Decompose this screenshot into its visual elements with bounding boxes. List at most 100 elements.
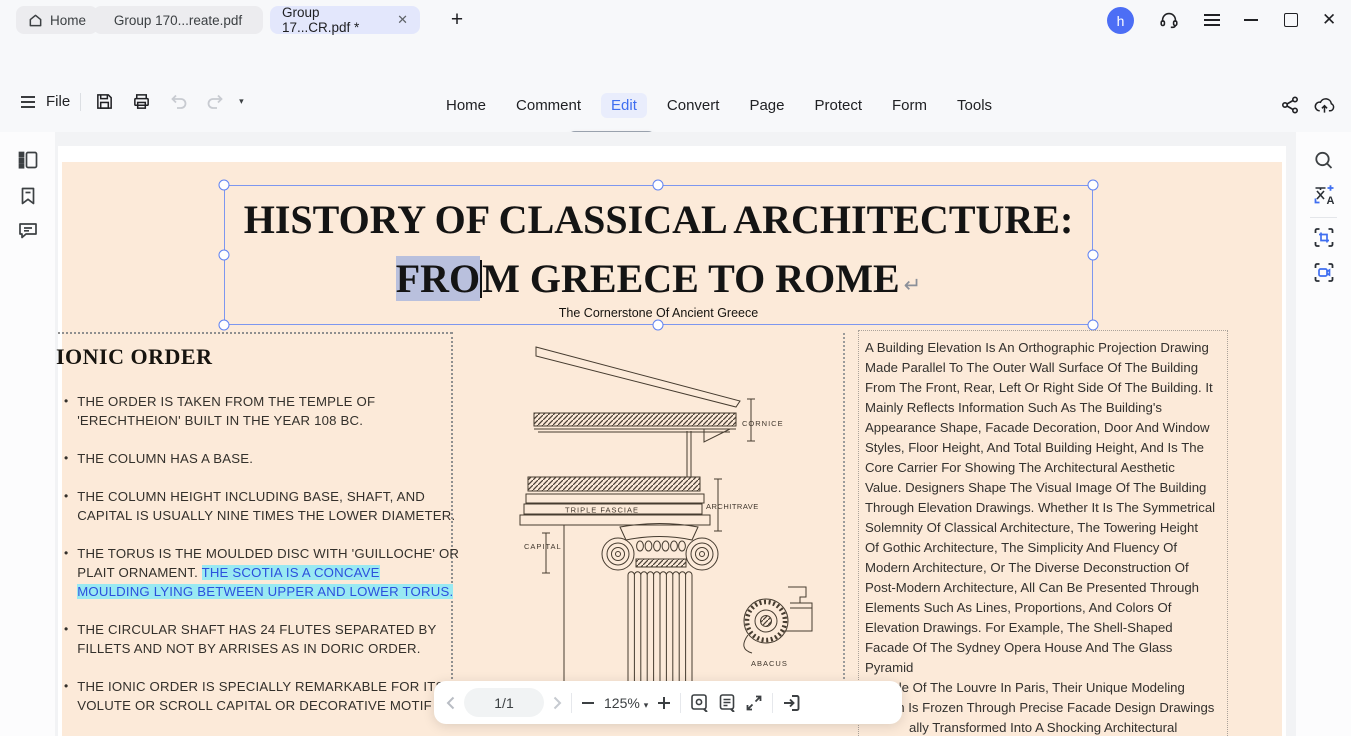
new-tab-button[interactable]: + bbox=[444, 7, 470, 33]
thumbnails-panel-icon[interactable] bbox=[18, 150, 38, 170]
resize-handle-s[interactable] bbox=[653, 320, 664, 331]
label-capital: CAPITAL bbox=[524, 542, 562, 551]
crop-capture-icon[interactable] bbox=[1313, 227, 1334, 248]
resize-handle-se[interactable] bbox=[1088, 320, 1099, 331]
elevation-text-line: Mainly Reflects Information Such As The … bbox=[865, 398, 1221, 418]
elevation-text-line: Appearance Shape, Facade Decoration, Doo… bbox=[865, 418, 1221, 438]
elevation-text-line: Styles, Floor Height, And Total Building… bbox=[865, 438, 1221, 458]
elevation-text-line: ally Transformed Into A Shocking Archite… bbox=[909, 718, 1221, 736]
middle-column-divider bbox=[843, 333, 845, 723]
elevation-text-line: Modern Architecture, Or The Diverse Deco… bbox=[865, 558, 1221, 578]
elevation-text-block[interactable]: A Building Elevation Is An Orthographic … bbox=[865, 338, 1221, 736]
zoom-out-button[interactable] bbox=[581, 696, 595, 710]
elevation-text-line: Made Parallel To The Outer Wall Surface … bbox=[865, 358, 1221, 378]
bullet-item: •THE COLUMN HAS A BASE. bbox=[64, 449, 464, 468]
tab-label: Group 17...CR.pdf * bbox=[282, 5, 384, 35]
paragraph-return-mark: ↵ bbox=[904, 274, 922, 297]
elevation-text-line: Through Elevation Drawings. Whether It I… bbox=[865, 498, 1221, 518]
elevation-text-line: Of Gothic Architecture, The Simplicity A… bbox=[865, 538, 1221, 558]
close-button[interactable]: ✕ bbox=[1322, 10, 1336, 30]
elevation-text-line: Post-Modern Architecture, All Can Be Pre… bbox=[865, 578, 1221, 598]
screen-record-icon[interactable] bbox=[1313, 262, 1334, 283]
label-triple-fasciae: TRIPLE FASCIAE bbox=[565, 506, 639, 515]
ionic-order-heading[interactable]: IONIC ORDER bbox=[56, 344, 212, 370]
chevron-down-icon: ▾ bbox=[644, 700, 649, 710]
right-sidebar: A bbox=[1296, 132, 1351, 736]
left-sidebar bbox=[0, 132, 55, 736]
home-icon bbox=[28, 13, 43, 28]
minimize-button[interactable] bbox=[1244, 19, 1258, 21]
support-headset-icon[interactable] bbox=[1158, 9, 1180, 31]
fullscreen-button[interactable] bbox=[745, 694, 763, 712]
label-abacus: ABACUS bbox=[751, 659, 788, 668]
egg-and-dart bbox=[637, 541, 686, 551]
comments-panel-icon[interactable] bbox=[18, 221, 38, 240]
page-number-input[interactable]: 1/1 bbox=[464, 688, 544, 717]
label-cornice: CORNICE bbox=[742, 419, 784, 428]
bookmarks-panel-icon[interactable] bbox=[19, 186, 37, 206]
ionic-column-drawing: CORNICE TRIPLE FASCIAE ARCHITRAVE CAPITA bbox=[468, 335, 843, 718]
divider bbox=[1310, 217, 1337, 218]
bullet-marker: • bbox=[64, 677, 68, 715]
text-selection: FRO bbox=[396, 256, 480, 301]
search-icon[interactable] bbox=[1313, 150, 1334, 171]
divider bbox=[571, 693, 572, 713]
elevation-text-line: From The Front, Rear, Left Or Right Side… bbox=[865, 378, 1221, 398]
tab-label: Home bbox=[50, 13, 86, 28]
bullet-marker: • bbox=[64, 620, 68, 658]
abacus-detail bbox=[744, 587, 812, 653]
volute-right bbox=[686, 538, 718, 570]
elevation-text-line: Facade Of The Louvre In Paris, Their Uni… bbox=[865, 678, 1221, 698]
maximize-button[interactable] bbox=[1284, 13, 1298, 27]
svg-text:A: A bbox=[1326, 195, 1334, 206]
resize-handle-n[interactable] bbox=[653, 180, 664, 191]
highlighted-text: MOULDING LYING BETWEEN UPPER AND LOWER T… bbox=[77, 584, 453, 599]
bullet-item: •THE TORUS IS THE MOULDED DISC WITH 'GUI… bbox=[64, 544, 464, 601]
exit-edit-mode-icon[interactable] bbox=[782, 694, 801, 712]
hamburger-menu-icon[interactable] bbox=[1203, 12, 1221, 28]
translate-icon[interactable]: A bbox=[1313, 184, 1335, 206]
avatar-initial: h bbox=[1117, 13, 1125, 29]
elevation-text-line: A Building Elevation Is An Orthographic … bbox=[865, 338, 1221, 358]
elevation-text-line: Elements Such As Lines, Proportions, And… bbox=[865, 598, 1221, 618]
elevation-text-line: Solemnity Of Classical Architecture, The… bbox=[865, 518, 1221, 538]
page-layout-button[interactable] bbox=[718, 693, 736, 712]
label-architrave: ARCHITRAVE bbox=[706, 502, 759, 511]
left-column-top-border bbox=[58, 332, 452, 334]
elevation-text-line: Elevation Drawings. For Example, The She… bbox=[865, 618, 1221, 638]
toolbar: Edit All bbox=[0, 86, 1351, 132]
menubar: File ▾ Home Comment Edit Convert Page Pr… bbox=[0, 40, 1351, 86]
volute-left bbox=[602, 538, 634, 570]
elevation-text-line: Core Carrier For Showing The Architectur… bbox=[865, 458, 1221, 478]
resize-handle-nw[interactable] bbox=[219, 180, 230, 191]
pagination-toolbar: 1/1 125% ▾ bbox=[434, 681, 902, 724]
tab-document-2-active[interactable]: Group 17...CR.pdf * ✕ bbox=[270, 6, 420, 34]
zoom-in-button[interactable] bbox=[657, 696, 671, 710]
elevation-text-line: Value. Designers Shape The Visual Image … bbox=[865, 478, 1221, 498]
pdf-page: HISTORY OF CLASSICAL ARCHITECTURE: FROM … bbox=[58, 146, 1286, 736]
tab-home[interactable]: Home bbox=[16, 6, 98, 34]
bullet-marker: • bbox=[64, 449, 68, 468]
ionic-bullet-list[interactable]: •THE ORDER IS TAKEN FROM THE TEMPLE OF'E… bbox=[64, 392, 464, 734]
elevation-text-line: Charm Is Frozen Through Precise Facade D… bbox=[865, 698, 1221, 718]
bullet-item: •THE CIRCULAR SHAFT HAS 24 FLUTES SEPARA… bbox=[64, 620, 464, 658]
tab-document-1[interactable]: Group 170...reate.pdf bbox=[93, 6, 263, 34]
bullet-item: •THE ORDER IS TAKEN FROM THE TEMPLE OF'E… bbox=[64, 392, 464, 430]
previous-page-button[interactable] bbox=[446, 696, 455, 710]
avatar[interactable]: h bbox=[1107, 7, 1134, 34]
zoom-level-dropdown[interactable]: 125% ▾ bbox=[604, 695, 648, 711]
resize-handle-sw[interactable] bbox=[219, 320, 230, 331]
bullet-item: •THE IONIC ORDER IS SPECIALLY REMARKABLE… bbox=[64, 677, 464, 715]
next-page-button[interactable] bbox=[553, 696, 562, 710]
divider bbox=[680, 693, 681, 713]
tab-close-icon[interactable]: ✕ bbox=[397, 12, 408, 28]
workspace: A HISTORY OF CLASSICAL ARCHITE bbox=[0, 132, 1351, 736]
reading-preview-button[interactable] bbox=[690, 693, 709, 712]
resize-handle-e[interactable] bbox=[1088, 250, 1099, 261]
document-subtitle[interactable]: The Cornerstone Of Ancient Greece bbox=[228, 306, 1089, 320]
document-title[interactable]: HISTORY OF CLASSICAL ARCHITECTURE: FROM … bbox=[228, 190, 1089, 315]
title-line-1: HISTORY OF CLASSICAL ARCHITECTURE: bbox=[228, 190, 1089, 249]
tab-label: Group 170...reate.pdf bbox=[114, 13, 242, 28]
resize-handle-ne[interactable] bbox=[1088, 180, 1099, 191]
page-indicator: 1/1 bbox=[494, 695, 513, 711]
